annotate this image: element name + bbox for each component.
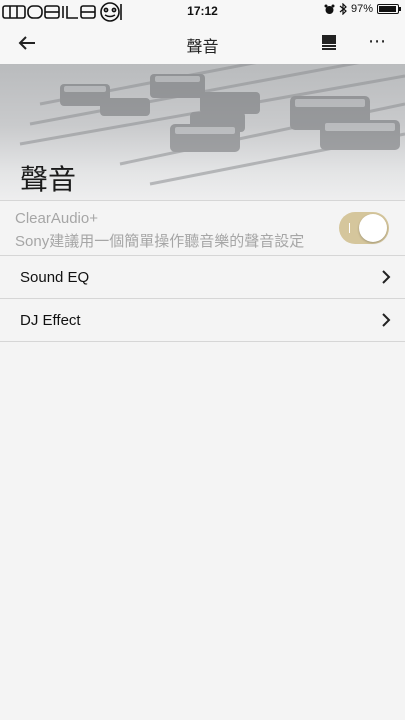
toggle-on-mark	[349, 223, 350, 233]
sound-eq-label: Sound EQ	[20, 269, 90, 286]
chevron-right-icon	[382, 313, 391, 327]
toggle-knob	[359, 214, 387, 242]
more-icon[interactable]: ⋯	[368, 31, 387, 52]
status-bar: 17:12 97%	[0, 0, 405, 22]
hero-banner: 聲音	[0, 64, 405, 200]
queue-icon[interactable]	[321, 33, 337, 51]
sound-eq-row[interactable]: Sound EQ	[0, 256, 405, 299]
divider	[0, 341, 405, 342]
hero-title: 聲音	[20, 164, 77, 195]
dj-effect-label: DJ Effect	[20, 312, 81, 329]
clearaudio-toggle[interactable]	[339, 212, 389, 244]
bluetooth-icon	[339, 3, 347, 15]
chevron-right-icon	[382, 270, 391, 284]
clearaudio-description: Sony建議用一個簡單操作聽音樂的聲音設定	[15, 233, 305, 250]
page-title: 聲音	[186, 39, 219, 56]
battery-percent: 97%	[350, 3, 373, 15]
clearaudio-title: ClearAudio+	[15, 210, 98, 227]
status-indicators: 97%	[324, 3, 401, 15]
app-header: 聲音 ⋯	[0, 22, 405, 64]
battery-icon	[377, 4, 401, 14]
clearaudio-row: ClearAudio+ Sony建議用一個簡單操作聽音樂的聲音設定	[0, 201, 405, 255]
dj-effect-row[interactable]: DJ Effect	[0, 299, 405, 342]
alarm-icon	[324, 4, 335, 14]
battery-level	[379, 6, 397, 12]
